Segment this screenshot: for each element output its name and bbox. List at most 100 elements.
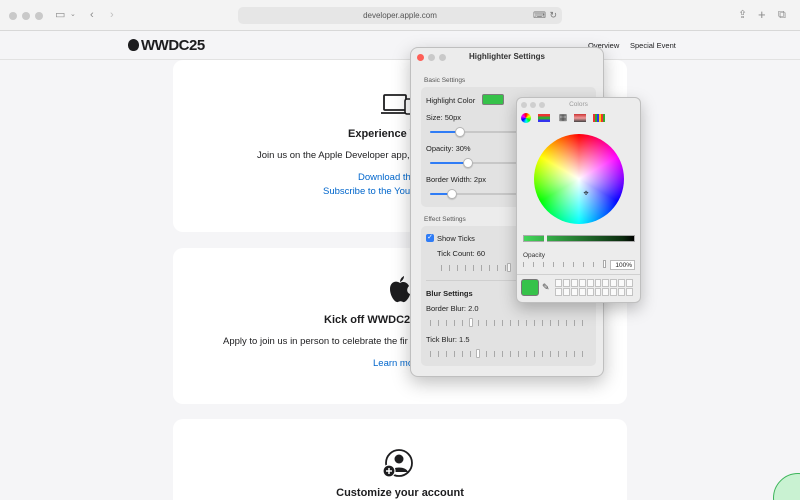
card-link-download[interactable]: Download th — [358, 172, 411, 183]
opacity-slider-thumb[interactable] — [463, 158, 473, 168]
divider — [517, 274, 640, 275]
empty-swatch[interactable] — [586, 279, 594, 287]
colors-panel: Colors ▦ ⌖ Opacity 100% ✎ — [516, 97, 641, 303]
minimize-button[interactable] — [428, 54, 435, 61]
logo-text: WWDC25 — [141, 37, 205, 54]
tick-blur-label: Tick Blur: 1.5 — [426, 335, 470, 344]
zoom-button[interactable] — [439, 54, 446, 61]
empty-swatch[interactable] — [594, 279, 602, 287]
empty-swatch[interactable] — [610, 288, 618, 296]
empty-swatch[interactable] — [618, 279, 626, 287]
color-palettes-icon[interactable]: ▦ — [557, 112, 569, 123]
eyedropper-icon[interactable]: ✎ — [542, 282, 550, 293]
close-button[interactable] — [521, 102, 527, 108]
tabs-overview-icon[interactable]: ⧉ — [778, 8, 786, 22]
blur-settings-title: Blur Settings — [426, 289, 473, 298]
empty-swatch[interactable] — [602, 288, 610, 296]
empty-swatch[interactable] — [626, 279, 633, 287]
empty-swatch[interactable] — [602, 279, 610, 287]
empty-swatch[interactable] — [578, 288, 586, 296]
effect-settings-label: Effect Settings — [424, 216, 466, 223]
zoom-button[interactable] — [539, 102, 545, 108]
reload-icon[interactable]: ↻ — [549, 7, 557, 24]
empty-swatch[interactable] — [618, 288, 626, 296]
empty-swatch[interactable] — [578, 279, 586, 287]
address-bar[interactable]: developer.apple.com ⌨ ↻ — [238, 7, 562, 24]
plus-icon[interactable]: + — [758, 8, 766, 22]
opacity-slider[interactable] — [523, 262, 605, 267]
border-width-label: Border Width: 2px — [426, 175, 487, 184]
tick-count-label: Tick Count: 60 — [437, 249, 486, 258]
saved-swatches-grid — [555, 279, 633, 296]
card-customize: Customize your account — [173, 419, 627, 500]
minimize-window-button[interactable] — [22, 12, 30, 20]
brightness-slider[interactable] — [523, 235, 635, 242]
opacity-label: Opacity — [523, 252, 546, 259]
nav-link-special-event[interactable]: Special Event — [630, 41, 676, 50]
close-button[interactable] — [417, 54, 424, 61]
card-text: Join us on the Apple Developer app, — [257, 150, 410, 161]
color-sliders-icon[interactable] — [538, 114, 550, 122]
minimize-button[interactable] — [530, 102, 536, 108]
size-slider-thumb[interactable] — [455, 127, 465, 137]
empty-swatch[interactable] — [570, 279, 578, 287]
show-ticks-label: Show Ticks — [437, 234, 475, 243]
chevron-left-icon[interactable]: ‹ — [90, 8, 94, 22]
empty-swatch[interactable] — [610, 279, 618, 287]
opacity-field[interactable]: 100% — [610, 260, 635, 270]
wwdc-logo[interactable]: WWDC25 — [128, 37, 205, 54]
brightness-slider-thumb[interactable] — [544, 235, 547, 242]
opacity-slider-thumb[interactable] — [603, 260, 606, 268]
site-nav: WWDC25 Overview Special Event — [0, 31, 800, 60]
border-width-slider[interactable] — [430, 189, 520, 199]
zoom-window-button[interactable] — [35, 12, 43, 20]
tick-blur-slider-thumb[interactable] — [476, 349, 480, 358]
card-link-subscribe[interactable]: Subscribe to the You — [323, 186, 410, 197]
translate-icon[interactable]: ⌨ — [533, 7, 546, 24]
opacity-slider[interactable] — [430, 158, 520, 168]
size-slider[interactable] — [430, 127, 520, 137]
empty-swatch[interactable] — [586, 288, 594, 296]
crosshair-icon[interactable]: ⌖ — [582, 189, 590, 198]
show-ticks-checkbox[interactable]: ✓ — [426, 234, 434, 242]
sidebar-icon[interactable]: ▭ — [55, 8, 65, 22]
tick-blur-slider[interactable] — [430, 351, 590, 357]
pencils-icon[interactable] — [593, 114, 605, 122]
current-color-swatch[interactable] — [521, 279, 539, 296]
share-icon[interactable]: ⇪ — [738, 8, 747, 22]
border-width-slider-thumb[interactable] — [447, 189, 457, 199]
chevron-right-icon[interactable]: › — [110, 8, 114, 22]
browser-toolbar: ▭ ⌄ ‹ › developer.apple.com ⌨ ↻ ⇪ + ⧉ — [0, 0, 800, 31]
color-wheel[interactable]: ⌖ — [534, 134, 624, 224]
empty-swatch[interactable] — [594, 288, 602, 296]
image-palettes-icon[interactable] — [574, 114, 586, 122]
close-window-button[interactable] — [9, 12, 17, 20]
empty-swatch[interactable] — [626, 288, 633, 296]
empty-swatch[interactable] — [555, 288, 562, 296]
highlight-color-label: Highlight Color — [426, 96, 476, 105]
border-blur-slider-thumb[interactable] — [469, 318, 473, 327]
card-title: Customize your account — [336, 487, 464, 499]
add-person-icon — [382, 449, 413, 478]
card-text: Apply to join us in person to celebrate … — [223, 336, 408, 347]
size-label: Size: 50px — [426, 113, 462, 122]
empty-swatch[interactable] — [562, 279, 570, 287]
highlight-color-swatch[interactable] — [482, 94, 504, 105]
border-blur-slider[interactable] — [430, 320, 590, 326]
apple-logo-icon — [390, 276, 410, 303]
card-title: Kick off WWDC25 — [324, 314, 417, 326]
tick-count-slider[interactable] — [441, 265, 507, 271]
empty-swatch[interactable] — [570, 288, 578, 296]
apple-logo-icon — [128, 39, 139, 51]
empty-swatch[interactable] — [555, 279, 562, 287]
color-wheel-icon[interactable] — [521, 113, 531, 123]
highlighter-cursor-preview — [773, 473, 800, 500]
opacity-label: Opacity: 30% — [426, 144, 471, 153]
empty-swatch[interactable] — [562, 288, 570, 296]
basic-settings-label: Basic Settings — [424, 77, 466, 84]
tick-count-slider-thumb[interactable] — [507, 263, 511, 272]
url-text: developer.apple.com — [363, 11, 437, 20]
card-link-learn-more[interactable]: Learn mo — [373, 358, 413, 369]
border-blur-label: Border Blur: 2.0 — [426, 304, 479, 313]
chevron-down-icon[interactable]: ⌄ — [70, 8, 76, 22]
